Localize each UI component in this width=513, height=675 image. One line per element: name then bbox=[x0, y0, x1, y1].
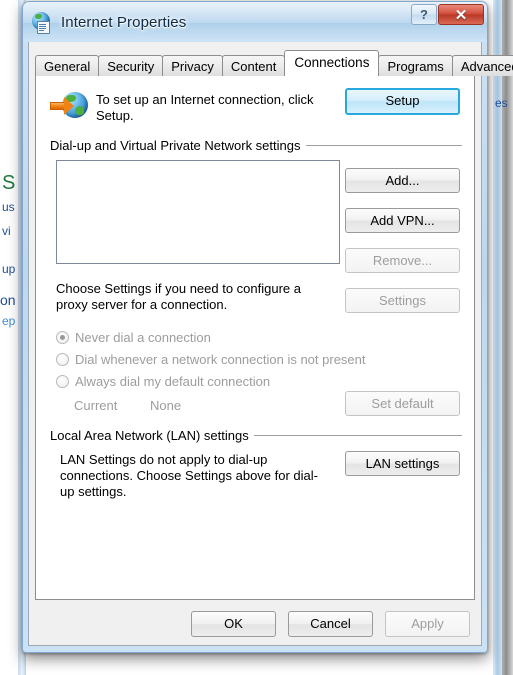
radio-indicator-always bbox=[56, 375, 69, 388]
background-text-fragment: S bbox=[2, 172, 16, 194]
tab-advanced[interactable]: Advanced bbox=[451, 55, 513, 76]
background-text-fragment: us bbox=[2, 200, 15, 214]
radio-indicator-when bbox=[56, 353, 69, 366]
close-icon[interactable]: ✕ bbox=[438, 4, 484, 25]
tab-content[interactable]: Content bbox=[221, 55, 286, 76]
background-text-fragment: up bbox=[2, 262, 16, 276]
radio-never-dial: Never dial a connection bbox=[56, 330, 211, 345]
caption-button-group: ? ✕ bbox=[411, 4, 484, 25]
lan-settings-button[interactable]: LAN settings bbox=[345, 451, 460, 476]
current-label: Current bbox=[74, 398, 118, 413]
ok-button[interactable]: OK bbox=[191, 611, 276, 637]
dialog-button-bar: OK Cancel Apply bbox=[29, 611, 483, 637]
setup-description: To set up an Internet connection, click … bbox=[96, 92, 314, 123]
add-vpn-button[interactable]: Add VPN... bbox=[345, 208, 460, 233]
tab-general[interactable]: General bbox=[35, 55, 100, 76]
setup-button[interactable]: Setup bbox=[345, 88, 460, 115]
help-button[interactable]: ? bbox=[411, 4, 437, 25]
remove-button: Remove... bbox=[345, 248, 460, 273]
cancel-button[interactable]: Cancel bbox=[288, 611, 373, 637]
tab-security[interactable]: Security bbox=[98, 55, 164, 76]
set-default-button: Set default bbox=[345, 391, 460, 416]
globe-arrow-icon bbox=[50, 90, 88, 124]
lan-group-label: Local Area Network (LAN) settings bbox=[50, 428, 249, 443]
group-separator-rule-lan bbox=[253, 435, 462, 436]
radio-label-always: Always dial my default connection bbox=[75, 374, 271, 389]
dialup-group-header: Dial-up and Virtual Private Network sett… bbox=[50, 138, 462, 153]
lan-description: LAN Settings do not apply to dial-up con… bbox=[60, 452, 318, 499]
background-text-fragment: ep bbox=[2, 314, 16, 328]
connections-tab-page: To set up an Internet connection, click … bbox=[35, 75, 475, 600]
settings-button: Settings bbox=[345, 288, 460, 313]
radio-dial-when-no-network: Dial whenever a network connection is no… bbox=[56, 352, 366, 367]
proxy-description: Choose Settings if you need to configure… bbox=[56, 281, 301, 312]
group-separator-rule bbox=[305, 145, 462, 146]
current-value: None bbox=[150, 398, 182, 413]
internet-properties-window: Internet Properties ? ✕ General Security P… bbox=[22, 1, 513, 653]
apply-button: Apply bbox=[385, 611, 470, 637]
current-connection-row: Current None bbox=[74, 398, 181, 413]
radio-always-dial-default: Always dial my default connection bbox=[56, 374, 270, 389]
background-text-fragment: on bbox=[0, 292, 16, 308]
lan-group-header: Local Area Network (LAN) settings bbox=[50, 428, 462, 443]
background-text-fragment: es bbox=[495, 96, 508, 110]
window-title: Internet Properties bbox=[61, 13, 187, 31]
background-text-fragment: vi bbox=[2, 224, 11, 238]
radio-label-when: Dial whenever a network connection is no… bbox=[75, 352, 366, 367]
radio-indicator-never bbox=[56, 331, 69, 344]
tab-programs[interactable]: Programs bbox=[378, 55, 453, 76]
connections-listbox[interactable] bbox=[56, 160, 340, 264]
radio-label-never: Never dial a connection bbox=[75, 330, 211, 345]
tab-connections[interactable]: Connections bbox=[284, 50, 380, 76]
add-button[interactable]: Add... bbox=[345, 168, 460, 193]
tab-strip: General Security Privacy Content Connections… bbox=[35, 50, 513, 76]
globe-properties-icon bbox=[31, 11, 53, 34]
dialup-group-label: Dial-up and Virtual Private Network sett… bbox=[50, 138, 301, 153]
title-bar: Internet Properties ? ✕ bbox=[23, 2, 487, 42]
dialog-client-area: General Security Privacy Content Connections… bbox=[28, 42, 513, 646]
tab-privacy[interactable]: Privacy bbox=[162, 55, 223, 76]
